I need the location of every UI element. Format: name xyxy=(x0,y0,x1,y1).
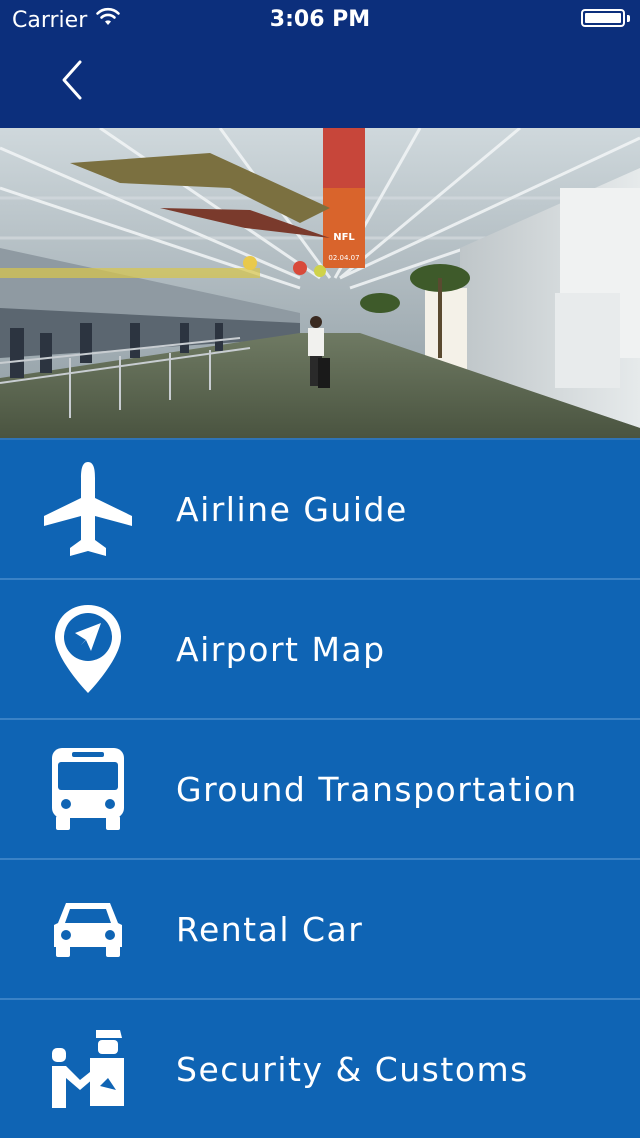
status-time: 3:06 PM xyxy=(269,7,371,32)
menu-item-airline-guide[interactable]: Airline Guide xyxy=(0,438,640,578)
menu-item-label: Rental Car xyxy=(176,909,364,949)
back-button[interactable] xyxy=(48,58,96,106)
menu-item-security-customs[interactable]: Security & Customs xyxy=(0,998,640,1138)
menu-item-airport-map[interactable]: Airport Map xyxy=(0,578,640,718)
battery-icon xyxy=(581,9,625,27)
menu-item-rental-car[interactable]: Rental Car xyxy=(0,858,640,998)
status-right xyxy=(581,9,630,27)
security-officer-icon xyxy=(38,1014,138,1124)
chevron-left-icon xyxy=(59,59,85,105)
status-bar: Carrier 3:06 PM xyxy=(0,0,640,40)
battery-cap xyxy=(627,14,630,22)
bus-icon xyxy=(38,734,138,844)
car-icon xyxy=(38,874,138,984)
menu-item-ground-transportation[interactable]: Ground Transportation xyxy=(0,718,640,858)
banner-date: 02.04.07 xyxy=(328,254,359,262)
menu-item-label: Ground Transportation xyxy=(176,769,578,809)
navigation-bar: Carrier 3:06 PM xyxy=(0,0,640,128)
terminal-hero-image: NFL 02.04.07 xyxy=(0,128,640,438)
menu-item-label: Airport Map xyxy=(176,629,386,669)
menu-item-label: Security & Customs xyxy=(176,1049,529,1089)
main-menu: Airline Guide Airport Map Ground Transpo… xyxy=(0,438,640,1136)
airplane-icon xyxy=(38,454,138,564)
map-pin-icon xyxy=(38,594,138,704)
menu-item-label: Airline Guide xyxy=(176,489,408,529)
banner-text: NFL xyxy=(333,232,355,243)
